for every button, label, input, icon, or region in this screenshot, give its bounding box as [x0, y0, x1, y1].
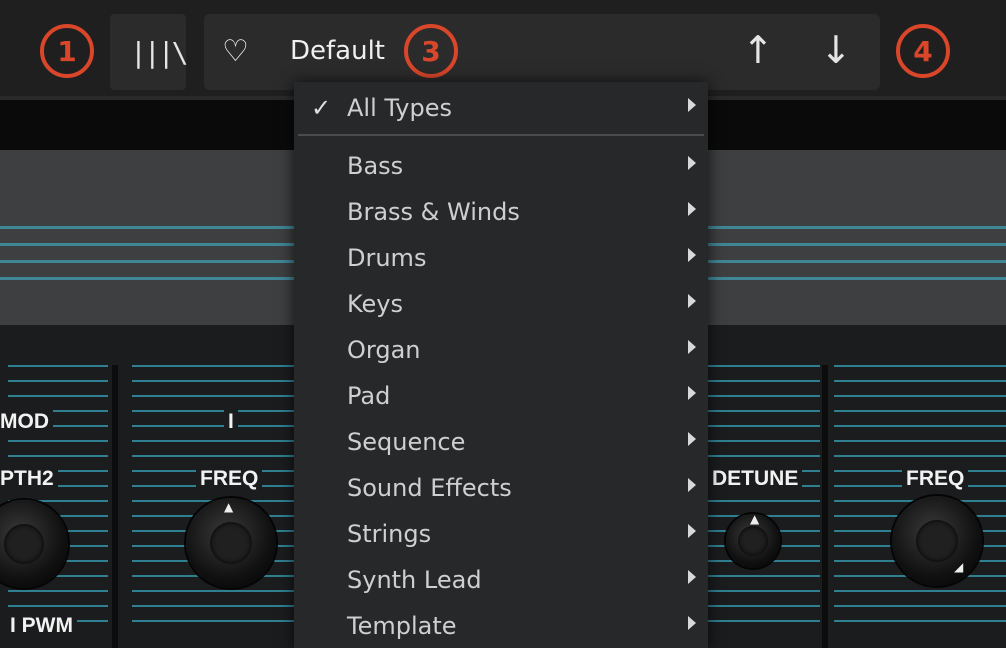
preset-browser-bar[interactable]: ♡ Default ↑ ↓	[204, 14, 880, 90]
callout-3: 3	[404, 24, 458, 78]
menu-item-all-types[interactable]: ✓ All Types	[294, 86, 708, 130]
callout-4: 4	[896, 24, 950, 78]
chevron-right-icon	[688, 248, 696, 262]
menu-item-template[interactable]: Template	[294, 604, 708, 648]
menu-item-label: Pad	[347, 382, 391, 410]
menu-item-bass[interactable]: Bass	[294, 144, 708, 188]
menu-item-label: Template	[347, 612, 457, 640]
freq-label-right: FREQ	[902, 467, 969, 491]
menu-item-label: Sound Effects	[347, 474, 512, 502]
previous-preset-arrow-icon[interactable]: ↑	[742, 28, 774, 72]
knob-indicator: ▲	[224, 500, 234, 514]
menu-separator	[298, 134, 704, 136]
menu-item-label: Strings	[347, 520, 432, 548]
menu-item-label: Brass & Winds	[347, 198, 520, 226]
menu-item-label: Drums	[347, 244, 427, 272]
chevron-right-icon	[688, 202, 696, 216]
menu-item-strings[interactable]: Strings	[294, 512, 708, 556]
control-column-3	[708, 365, 820, 648]
chevron-right-icon	[688, 478, 696, 492]
type-filter-menu: ✓ All Types Bass Brass & Winds Drums Key…	[294, 82, 708, 648]
menu-item-synth-lead[interactable]: Synth Lead	[294, 558, 708, 602]
tick-mark: I	[224, 410, 238, 434]
menu-item-label: Synth Lead	[347, 566, 482, 594]
checkmark-icon: ✓	[311, 94, 332, 122]
menu-item-keys[interactable]: Keys	[294, 282, 708, 326]
next-preset-arrow-icon[interactable]: ↓	[820, 28, 852, 72]
chevron-right-icon	[688, 294, 696, 308]
chevron-right-icon	[688, 524, 696, 538]
depth2-label: PTH2	[0, 467, 58, 491]
chevron-right-icon	[688, 98, 696, 112]
detune-knob[interactable]: ▲	[726, 512, 780, 568]
freq-knob-left[interactable]: ▲	[186, 498, 276, 588]
menu-item-organ[interactable]: Organ	[294, 328, 708, 372]
preset-name[interactable]: Default	[290, 36, 385, 66]
detune-label: DETUNE	[708, 467, 803, 491]
chevron-right-icon	[688, 156, 696, 170]
mod-label: MOD	[0, 410, 53, 434]
freq-label-left: FREQ	[196, 467, 263, 491]
menu-item-label: All Types	[347, 94, 453, 122]
menu-item-pad[interactable]: Pad	[294, 374, 708, 418]
menu-item-label: Bass	[347, 152, 404, 180]
chevron-right-icon	[688, 340, 696, 354]
callout-1: 1	[40, 24, 94, 78]
menu-item-label: Organ	[347, 336, 421, 364]
chevron-right-icon	[688, 386, 696, 400]
heart-icon[interactable]: ♡	[222, 34, 249, 69]
menu-item-sequence[interactable]: Sequence	[294, 420, 708, 464]
chevron-right-icon	[688, 432, 696, 446]
chevron-right-icon	[688, 616, 696, 630]
menu-item-sound-effects[interactable]: Sound Effects	[294, 466, 708, 510]
menu-item-brass-winds[interactable]: Brass & Winds	[294, 190, 708, 234]
chevron-right-icon	[688, 570, 696, 584]
pwm-label: I PWM	[6, 614, 77, 638]
menu-item-drums[interactable]: Drums	[294, 236, 708, 280]
library-button[interactable]: |||\	[110, 14, 188, 90]
menu-item-label: Keys	[347, 290, 404, 318]
column-divider	[112, 365, 118, 648]
menu-item-label: Sequence	[347, 428, 466, 456]
knob-indicator: ▲	[750, 512, 760, 526]
freq-knob-right[interactable]: ◢	[892, 496, 982, 586]
knob-indicator: ◢	[954, 560, 964, 574]
library-icon: |||\	[130, 36, 188, 69]
column-divider	[822, 365, 828, 648]
